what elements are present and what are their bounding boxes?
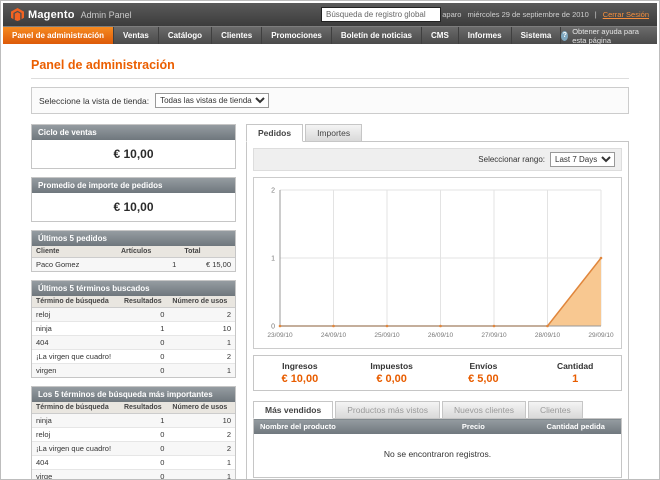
nav-item-dashboard[interactable]: Panel de administración [3, 27, 114, 44]
logo-subtitle: Admin Panel [81, 10, 132, 20]
average-orders-title: Promedio de importe de pedidos [32, 178, 235, 193]
table-row[interactable]: virge 0 1 [32, 470, 235, 480]
global-search-input[interactable] [321, 7, 441, 22]
help-icon: ? [561, 31, 568, 41]
lifetime-sales-value: € 10,00 [32, 140, 235, 168]
dashboard-main-column: Pedidos Importes Seleccionar rango: Last… [246, 124, 629, 480]
header-separator: | [595, 10, 597, 19]
tab-orders[interactable]: Pedidos [246, 124, 303, 142]
orders-chart-svg: 0 1 2 23/09/10 24/09/10 25/09/10 26/09/10 27/09… [254, 178, 617, 348]
store-view-label: Seleccione la vista de tienda: [39, 96, 149, 106]
table-row[interactable]: ninja 1 10 [32, 414, 235, 428]
last-orders-title: Últimos 5 pedidos [32, 231, 235, 246]
magento-admin-window: Magento Admin Panel Accedió como aparo m… [0, 0, 660, 480]
tab-bestsellers[interactable]: Más vendidos [253, 401, 333, 419]
table-row[interactable]: reloj 0 2 [32, 428, 235, 442]
app-header: Magento Admin Panel Accedió como aparo m… [3, 3, 657, 26]
main-nav: Panel de administración Ventas Catálogo … [3, 26, 657, 44]
table-row[interactable]: virgen 0 1 [32, 364, 235, 378]
table-row[interactable]: ¡La virgen que cuadro! 0 2 [32, 442, 235, 456]
average-orders-value: € 10,00 [32, 193, 235, 221]
total-quantity: Cantidad 1 [529, 361, 621, 385]
range-select[interactable]: Last 7 Days [550, 152, 615, 167]
nav-item-cms[interactable]: CMS [422, 27, 459, 44]
svg-text:1: 1 [271, 256, 275, 263]
range-selector-bar: Seleccionar rango: Last 7 Days [253, 148, 622, 171]
page-title: Panel de administración [31, 52, 629, 78]
tab-most-viewed[interactable]: Productos más vistos [335, 401, 440, 419]
last-orders-table: Cliente Artículos Total Paco Gomez 1 € 1… [32, 246, 235, 271]
nav-item-newsletter[interactable]: Boletín de noticias [332, 27, 422, 44]
nav-item-system[interactable]: Sistema [512, 27, 562, 44]
tab-customers[interactable]: Clientes [528, 401, 583, 419]
average-orders-box: Promedio de importe de pedidos € 10,00 [31, 177, 236, 222]
svg-text:0: 0 [271, 324, 275, 331]
table-row[interactable]: 404 0 1 [32, 456, 235, 470]
svg-text:26/09/10: 26/09/10 [428, 332, 454, 339]
nav-item-sales[interactable]: Ventas [114, 27, 159, 44]
svg-text:28/09/10: 28/09/10 [535, 332, 561, 339]
table-row[interactable]: Paco Gomez 1 € 15,00 [32, 258, 235, 272]
logo-text: Magento [28, 9, 75, 21]
last-search-title: Últimos 5 términos buscados [32, 281, 235, 296]
lifetime-sales-title: Ciclo de ventas [32, 125, 235, 140]
svg-text:2: 2 [271, 188, 275, 195]
nav-item-reports[interactable]: Informes [459, 27, 512, 44]
empty-table-message: No se encontraron registros. [254, 434, 622, 478]
total-revenue: Ingresos € 10,00 [254, 361, 346, 385]
svg-text:24/09/10: 24/09/10 [321, 332, 347, 339]
table-row[interactable]: 404 0 1 [32, 336, 235, 350]
page-help-link[interactable]: ? Obtener ayuda para esta página [561, 27, 657, 44]
lifetime-sales-box: Ciclo de ventas € 10,00 [31, 124, 236, 169]
title-divider [31, 78, 629, 79]
svg-text:27/09/10: 27/09/10 [481, 332, 507, 339]
nav-item-customers[interactable]: Clientes [212, 27, 262, 44]
logout-link[interactable]: Cerrar Sesión [603, 10, 649, 19]
bestsellers-table: Nombre del producto Precio Cantidad pedi… [253, 418, 622, 478]
svg-text:29/09/10: 29/09/10 [588, 332, 614, 339]
top-search-box: Los 5 términos de búsqueda más important… [31, 386, 236, 480]
top-search-title: Los 5 términos de búsqueda más important… [32, 387, 235, 402]
top-search-table: Término de búsqueda Resultados Número de… [32, 402, 235, 480]
svg-text:23/09/10: 23/09/10 [267, 332, 293, 339]
orders-chart: 0 1 2 23/09/10 24/09/10 25/09/10 26/09/10 27/09… [253, 177, 622, 349]
tab-new-customers[interactable]: Nuevos clientes [442, 401, 526, 419]
chart-tabs: Pedidos Importes [246, 124, 629, 142]
header-date: miércoles 29 de septiembre de 2010 [467, 10, 588, 19]
svg-text:25/09/10: 25/09/10 [374, 332, 400, 339]
dashboard-left-column: Ciclo de ventas € 10,00 Promedio de impo… [31, 124, 236, 480]
table-row[interactable]: ¡La virgen que cuadro! 0 2 [32, 350, 235, 364]
totals-bar: Ingresos € 10,00 Impuestos € 0,00 Envíos… [253, 355, 622, 391]
magento-logo: Magento Admin Panel [11, 8, 132, 21]
nav-item-catalog[interactable]: Catálogo [159, 27, 212, 44]
tab-amounts[interactable]: Importes [305, 124, 362, 142]
store-view-bar: Seleccione la vista de tienda: Todas las… [31, 87, 629, 114]
table-row[interactable]: ninja 1 10 [32, 322, 235, 336]
total-tax: Impuestos € 0,00 [346, 361, 438, 385]
orders-panel: Seleccionar rango: Last 7 Days 0 1 2 23/09/… [246, 141, 629, 480]
table-row[interactable]: reloj 0 2 [32, 308, 235, 322]
store-view-select[interactable]: Todas las vistas de tienda [155, 93, 269, 108]
help-label: Obtener ayuda para esta página [572, 27, 647, 45]
grids-tabs: Más vendidos Productos más vistos Nuevos… [253, 401, 622, 419]
magento-logo-icon [11, 8, 24, 21]
last-search-box: Últimos 5 términos buscados Término de b… [31, 280, 236, 378]
total-shipping: Envíos € 5,00 [438, 361, 530, 385]
last-search-table: Término de búsqueda Resultados Número de… [32, 296, 235, 377]
nav-item-promotions[interactable]: Promociones [262, 27, 332, 44]
last-orders-box: Últimos 5 pedidos Cliente Artículos Tota… [31, 230, 236, 272]
range-label: Seleccionar rango: [478, 155, 545, 164]
